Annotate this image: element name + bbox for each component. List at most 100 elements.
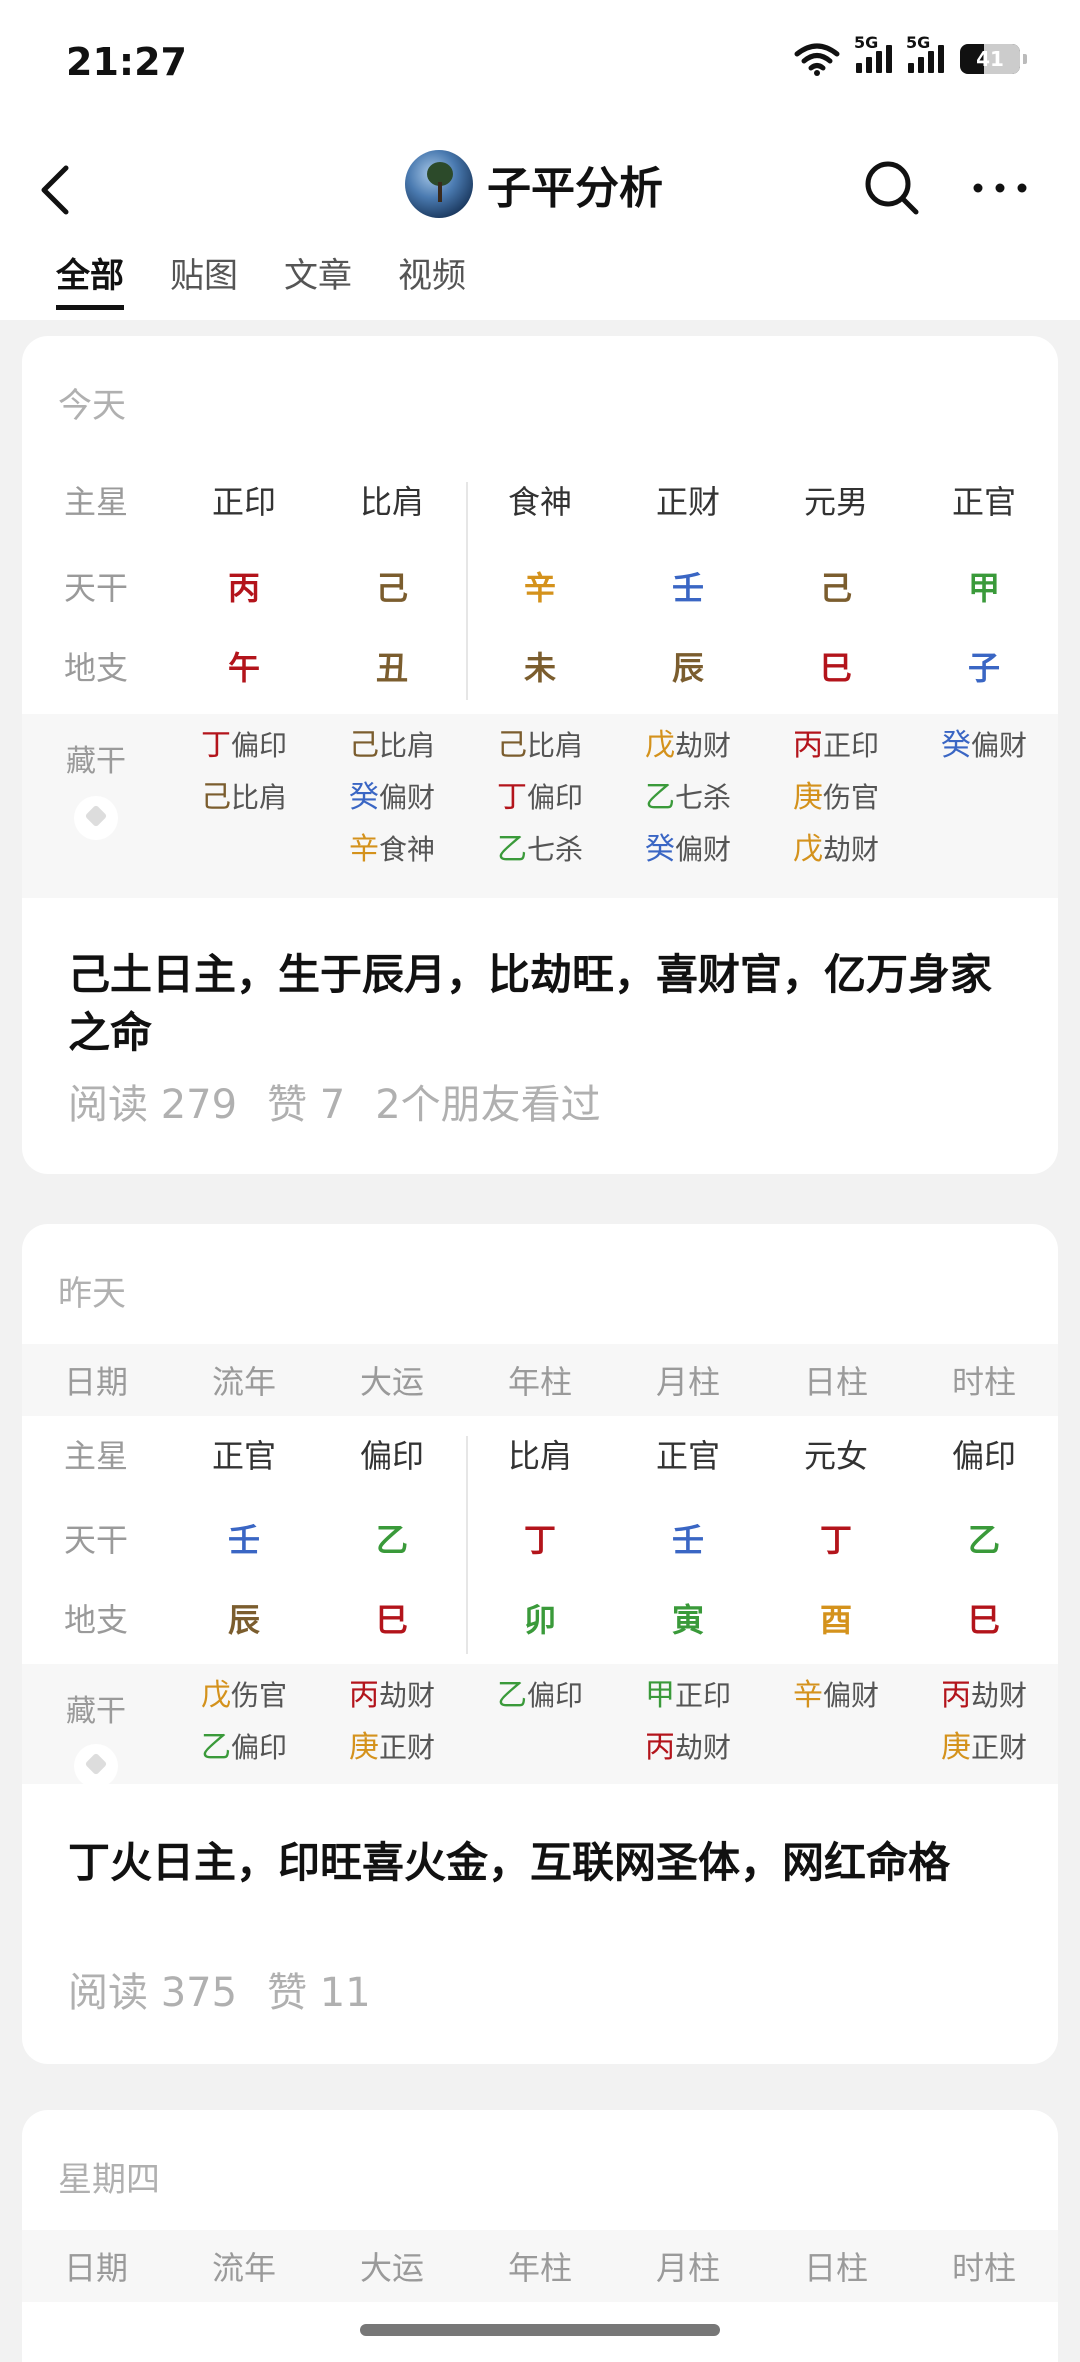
dizhi-cell: 寅 (671, 1601, 704, 1639)
tab-articles[interactable]: 文章 (284, 248, 352, 310)
tiangan-cell: 壬 (227, 1521, 260, 1559)
pillar-header: 时柱 (951, 1363, 1016, 1401)
status-time: 21:27 (66, 40, 187, 84)
post-stats: 阅读 279 赞 7 2个朋友看过 (68, 1072, 601, 1130)
dizhi-cell: 酉 (819, 1601, 852, 1639)
pillar-header: 月柱 (655, 1363, 720, 1401)
account-avatar[interactable] (405, 150, 473, 218)
wifi-icon (794, 43, 840, 76)
zhuxing-cell: 元男 (803, 483, 868, 521)
canggan-column: 丙正印 庚伤官 戊劫财 (762, 720, 910, 876)
back-button[interactable] (36, 160, 76, 220)
tiangan-cell: 甲 (967, 569, 1000, 607)
post-caption[interactable]: 己土日主，生于辰月，比劫旺，喜财官，亿万身家之命 (68, 946, 1028, 1062)
zhuxing-cell: 偏印 (951, 1437, 1016, 1475)
pillar-header: 大运 (359, 1363, 424, 1401)
tiangan-cell: 乙 (967, 1521, 1000, 1559)
like-count: 赞 11 (267, 1970, 371, 2016)
friends-viewed: 2个朋友看过 (375, 1082, 601, 1128)
content-tabs: 全部 贴图 文章 视频 (56, 248, 466, 310)
row-label: 天干 (63, 1521, 128, 1559)
post-card[interactable]: 昨天 日期 流年 大运 年柱 月柱 日柱 时柱 主星 正官 偏印 比肩 正官 元… (22, 1224, 1058, 2064)
dizhi-row: 地支 辰 巳 卯 寅 酉 巳 (22, 1580, 1058, 1656)
search-button[interactable] (862, 158, 922, 218)
post-caption[interactable]: 丁火日主，印旺喜火金，互联网圣体，网红命格 (68, 1834, 1028, 1892)
post-date: 昨天 (58, 1274, 126, 1314)
cellular-signal-icon: 5G (906, 33, 944, 73)
cellular-signal-icon: 5G (854, 33, 892, 73)
dizhi-cell: 午 (227, 649, 260, 687)
post-date: 星期四 (58, 2160, 160, 2200)
row-label: 主星 (63, 483, 128, 521)
more-icon (973, 183, 1027, 193)
dizhi-cell: 辰 (671, 649, 704, 687)
pillar-header: 月柱 (655, 2249, 720, 2287)
canggan-item: 癸偏财 (348, 780, 435, 815)
zhuxing-cell: 正印 (211, 483, 276, 521)
pillar-header: 日柱 (803, 2249, 868, 2287)
post-card[interactable]: 今天 主星 正印 比肩 食神 正财 元男 正官 天干 丙 己 辛 壬 己 甲 地… (22, 336, 1058, 1174)
dizhi-cell: 卯 (523, 1601, 556, 1639)
tab-all[interactable]: 全部 (56, 248, 124, 310)
canggan-item: 癸偏财 (940, 728, 1027, 763)
pillar-header: 日柱 (803, 1363, 868, 1401)
canggan-column: 癸偏财 (910, 720, 1058, 772)
pin-icon (74, 1744, 118, 1788)
tab-videos[interactable]: 视频 (398, 248, 466, 310)
pillar-header: 年柱 (507, 2249, 572, 2287)
zhuxing-cell: 正官 (655, 1437, 720, 1475)
more-button[interactable] (970, 178, 1030, 198)
canggan-item: 戊伤官 (200, 1678, 287, 1713)
tiangan-cell: 己 (375, 569, 408, 607)
zhuxing-cell: 正财 (655, 483, 720, 521)
canggan-item: 丁偏印 (200, 728, 287, 763)
canggan-item: 甲正印 (644, 1678, 731, 1713)
home-indicator[interactable] (360, 2324, 720, 2336)
canggan-item: 癸偏财 (644, 832, 731, 867)
tiangan-cell: 丁 (819, 1521, 852, 1559)
canggan-item: 辛食神 (348, 832, 435, 867)
canggan-section: 藏干 戊伤官 乙偏印 丙劫财 庚正财 乙偏印 甲正印 丙劫财 辛偏财 丙劫财 庚… (22, 1664, 1058, 1788)
canggan-item: 乙七杀 (496, 832, 583, 867)
tiangan-cell: 壬 (671, 569, 704, 607)
zhuxing-cell: 比肩 (359, 483, 424, 521)
search-icon (865, 161, 919, 215)
pillar-header-row: 日期 流年 大运 年柱 月柱 日柱 时柱 (22, 2230, 1058, 2302)
chevron-left-icon (41, 165, 69, 215)
canggan-item: 乙偏印 (200, 1730, 287, 1765)
account-header[interactable]: 子平分析 (405, 150, 663, 218)
zhuxing-cell: 比肩 (507, 1437, 572, 1475)
tiangan-cell: 乙 (375, 1521, 408, 1559)
tab-images[interactable]: 贴图 (170, 248, 238, 310)
canggan-item: 庚正财 (348, 1730, 435, 1765)
zhuxing-cell: 元女 (803, 1437, 868, 1475)
canggan-item: 己比肩 (200, 780, 287, 815)
dizhi-cell: 辰 (227, 1601, 260, 1639)
canggan-column: 丙劫财 庚正财 (318, 1670, 466, 1774)
canggan-column: 甲正印 丙劫财 (614, 1670, 762, 1774)
dizhi-cell: 巳 (819, 649, 852, 687)
zhuxing-row: 主星 正印 比肩 食神 正财 元男 正官 (22, 470, 1058, 530)
tiangan-row: 天干 壬 乙 丁 壬 丁 乙 (22, 1500, 1058, 1576)
dizhi-cell: 丑 (375, 649, 408, 687)
canggan-item: 庚正财 (940, 1730, 1027, 1765)
canggan-column: 丙劫财 庚正财 (910, 1670, 1058, 1774)
zhuxing-cell: 偏印 (359, 1437, 424, 1475)
canggan-item: 丙正印 (792, 728, 879, 763)
row-label: 藏干 (66, 744, 126, 779)
zhuxing-cell: 正官 (211, 1437, 276, 1475)
dizhi-cell: 子 (967, 649, 1000, 687)
network-label: 5G (906, 33, 931, 52)
page-title: 子平分析 (487, 163, 663, 214)
status-icons: 5G 5G 41 (794, 33, 1027, 76)
zhuxing-cell: 食神 (507, 483, 572, 521)
canggan-item: 丙劫财 (644, 1730, 731, 1765)
tiangan-cell: 辛 (523, 569, 556, 607)
dizhi-cell: 未 (523, 649, 556, 687)
row-label: 地支 (63, 649, 128, 687)
pillar-header: 日期 (63, 2249, 128, 2287)
canggan-column: 戊伤官 乙偏印 (170, 1670, 318, 1774)
like-count: 赞 7 (267, 1082, 346, 1128)
pillar-divider (466, 1436, 468, 1654)
tiangan-cell: 丁 (523, 1521, 556, 1559)
